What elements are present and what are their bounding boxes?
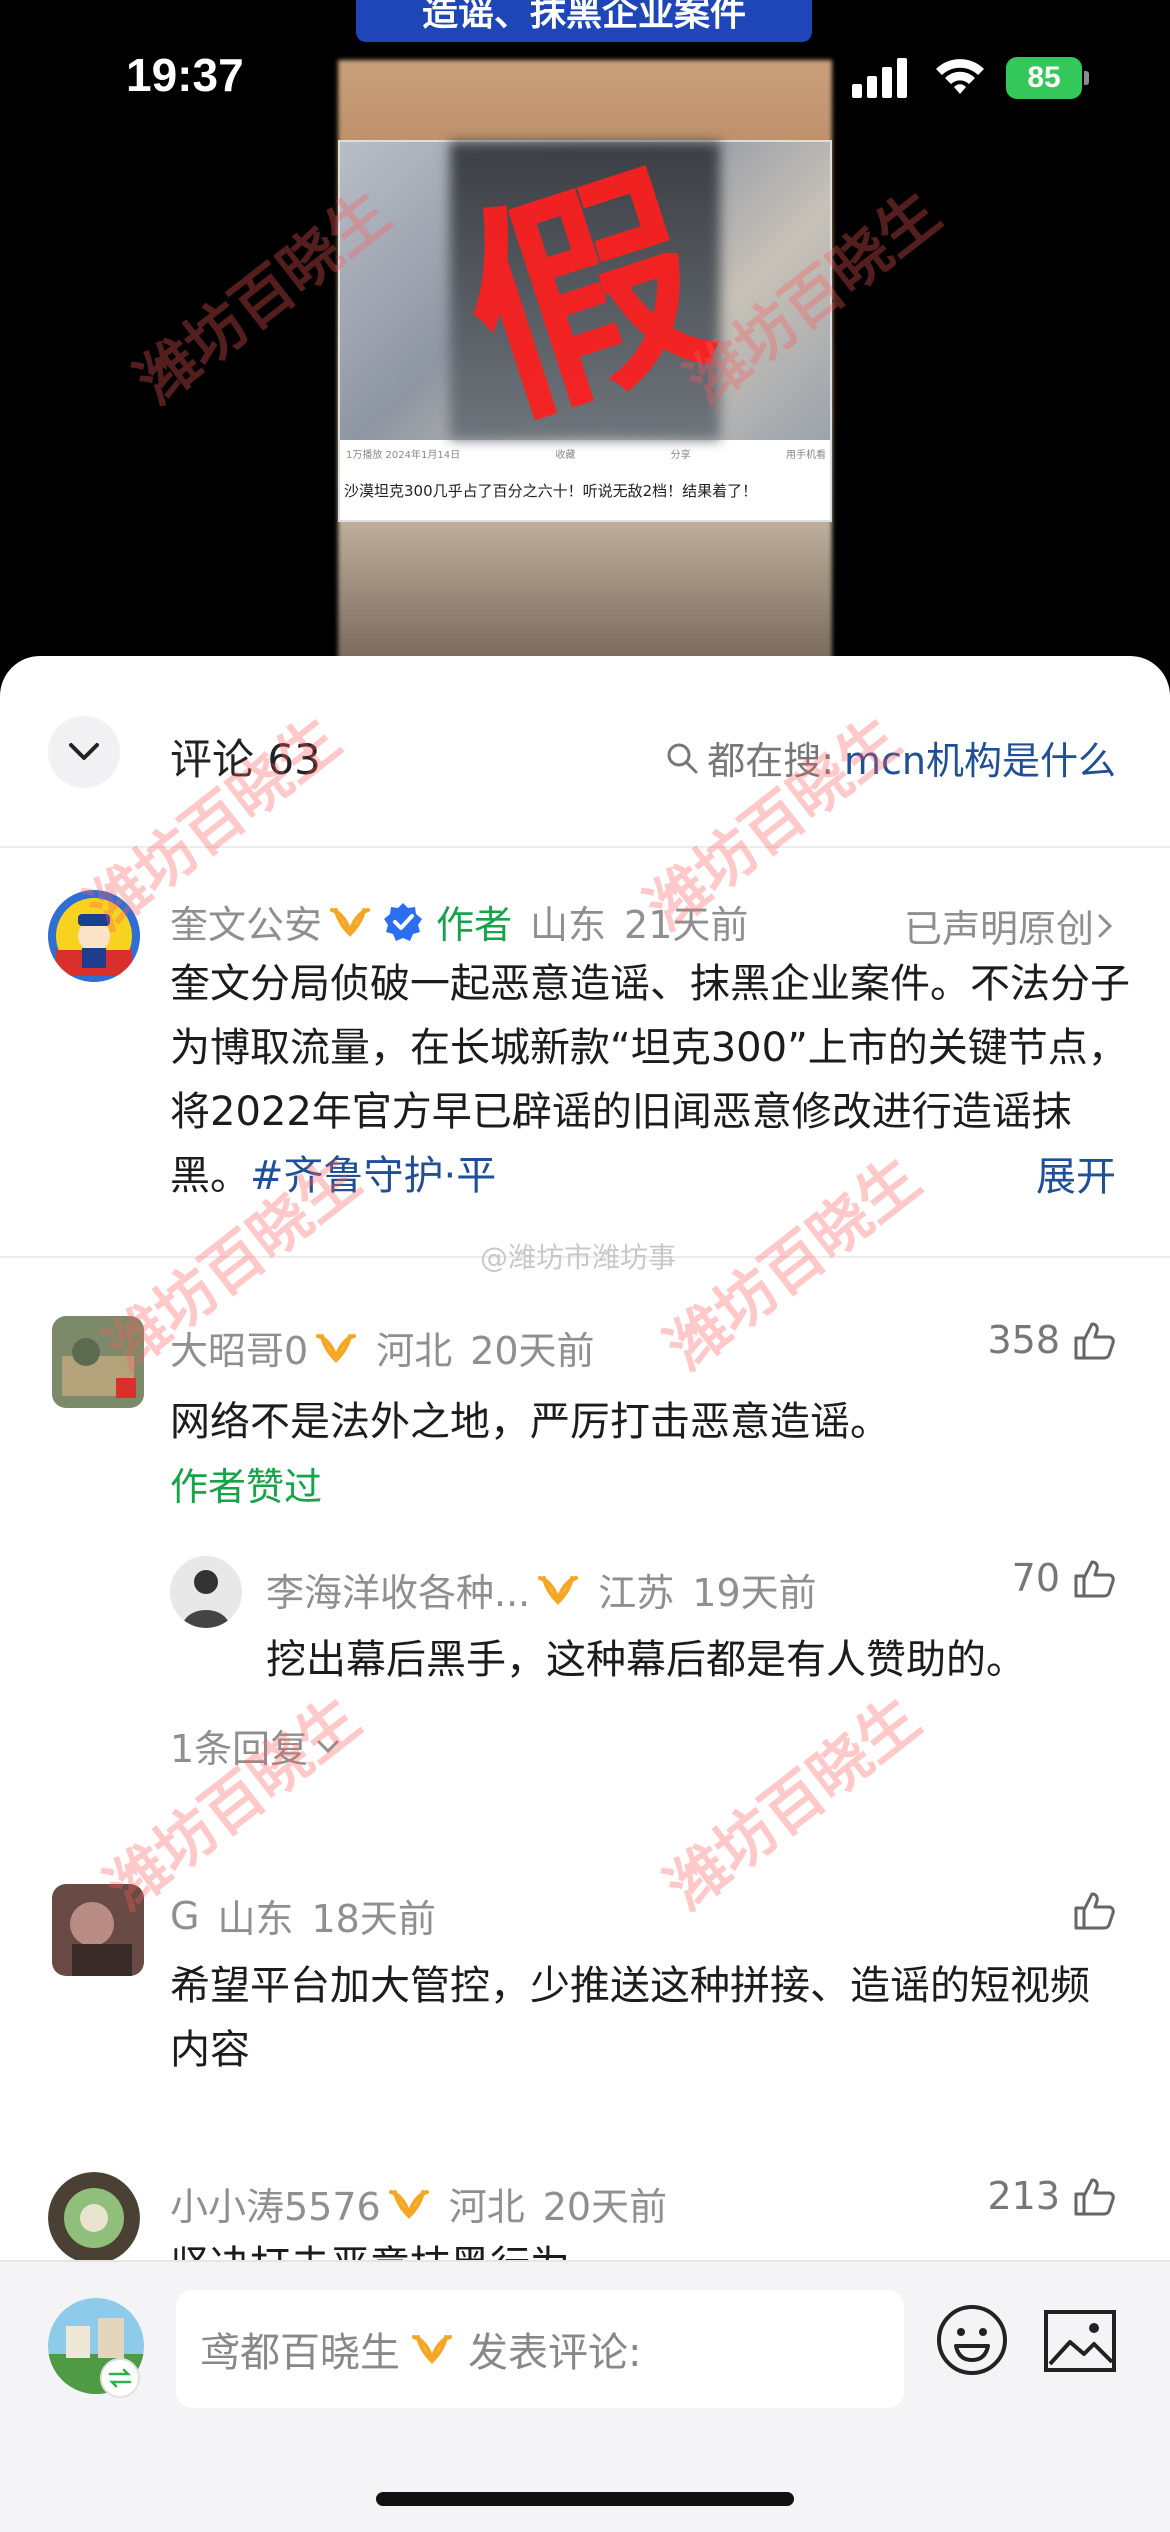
author-badge: 作者 bbox=[436, 903, 513, 947]
comment-input[interactable]: 鸢都百晓生 发表评论: bbox=[176, 2290, 904, 2408]
comment-location: 山东 bbox=[530, 903, 607, 947]
like-button[interactable]: 213 bbox=[987, 2174, 1116, 2218]
thumbs-up-icon bbox=[1074, 1322, 1115, 1360]
comment-header: 评论 63 都在搜: mcn机构是什么 bbox=[0, 656, 1170, 848]
like-count: 70 bbox=[1011, 1556, 1060, 1600]
username[interactable]: 大昭哥0 bbox=[170, 1320, 308, 1375]
hashtag-link[interactable]: #齐鲁守护·平 bbox=[250, 1153, 496, 1199]
comment-location: 河北 bbox=[376, 1329, 453, 1373]
comment-count-title: 评论 63 bbox=[170, 735, 321, 784]
comment-location: 江苏 bbox=[598, 1571, 675, 1615]
like-count: 358 bbox=[987, 1318, 1060, 1362]
comment-text: 网络不是法外之地，严厉打击恶意造谣。 bbox=[170, 1399, 890, 1445]
username[interactable]: 李海洋收各种... bbox=[266, 1562, 530, 1617]
comment-time: 19天前 bbox=[692, 1571, 817, 1615]
comment-meta: 小小涛5576 河北 20天前 bbox=[170, 2176, 667, 2231]
reply-text: 挖出幕后黑手，这种幕后都是有人赞助的。 bbox=[266, 1637, 1026, 1683]
comment-item: G 山东 18天前 希望平台加大管控，少推送这种拼接、造谣的短视频内容 bbox=[0, 1872, 1170, 2132]
avatar[interactable] bbox=[52, 1316, 144, 1408]
comment-sheet: 评论 63 都在搜: mcn机构是什么 奎文公安 作者 山东 21天前 已声明原… bbox=[0, 656, 1170, 2532]
image-icon[interactable] bbox=[1042, 2306, 1118, 2376]
declared-original-link[interactable]: 已声明原创 bbox=[904, 898, 1116, 953]
switch-account-icon[interactable] bbox=[100, 2358, 140, 2398]
username[interactable]: 奎文公安 bbox=[170, 894, 322, 949]
thumbs-up-icon bbox=[1074, 1560, 1115, 1598]
like-button[interactable]: 70 bbox=[1012, 1556, 1116, 1600]
comment-meta: 大昭哥0 河北 20天前 bbox=[170, 1320, 595, 1375]
avatar[interactable] bbox=[48, 890, 140, 982]
video-thumbnail: 假 bbox=[340, 133, 830, 461]
author-comment: 奎文公安 作者 山东 21天前 已声明原创 奎文分局侦破一起恶意造谣、抹黑企业案… bbox=[0, 848, 1170, 1258]
home-indicator bbox=[376, 2492, 794, 2506]
video-play-info: 1万播放 2024年1月14日 bbox=[346, 450, 461, 461]
expand-button[interactable]: 展开 bbox=[1036, 1144, 1116, 1202]
video-frame: 假 1万播放 2024年1月14日 收藏 分享 用手机看 沙漠坦克300几乎占了… bbox=[338, 133, 832, 522]
thumbs-up-icon bbox=[1074, 2178, 1115, 2216]
video-action-phone: 用手机看 bbox=[785, 450, 826, 461]
comment-meta: G 山东 18天前 bbox=[170, 1888, 436, 1943]
search-icon bbox=[667, 743, 698, 773]
my-username: 鸢都百晓生 bbox=[200, 2330, 400, 2376]
avatar[interactable] bbox=[48, 2172, 140, 2264]
like-count: 213 bbox=[987, 2174, 1060, 2218]
search-prefix: 都在搜: bbox=[707, 739, 834, 783]
replies-link[interactable]: 1条回复 bbox=[170, 1718, 342, 1773]
input-placeholder: 发表评论: bbox=[468, 2330, 642, 2376]
vip-icon bbox=[388, 2189, 429, 2219]
emoji-icon[interactable] bbox=[934, 2302, 1010, 2378]
video-action-collect: 收藏 bbox=[555, 450, 576, 461]
vip-icon bbox=[330, 907, 371, 937]
replies-count-label: 1条回复 bbox=[170, 1727, 309, 1771]
vip-icon bbox=[412, 2335, 452, 2364]
username[interactable]: G bbox=[170, 1894, 199, 1938]
comment-time: 20天前 bbox=[470, 1329, 595, 1373]
vip-icon bbox=[316, 1333, 357, 1363]
comment-location: 河北 bbox=[448, 2185, 525, 2229]
battery-icon: 85 bbox=[1006, 57, 1090, 99]
username[interactable]: 小小涛5576 bbox=[170, 2176, 381, 2231]
vip-icon bbox=[538, 1575, 579, 1605]
comment-time: 21天前 bbox=[624, 903, 749, 947]
comment-item: 大昭哥0 河北 20天前 358 网络不是法外之地，严厉打击恶意造谣。 作者赞过 bbox=[0, 1260, 1170, 1780]
avatar[interactable] bbox=[170, 1556, 242, 1628]
video-meta-row: 1万播放 2024年1月14日 收藏 分享 用手机看 bbox=[346, 446, 826, 470]
comment-time: 20天前 bbox=[542, 2185, 668, 2229]
trending-search-link[interactable]: 都在搜: mcn机构是什么 bbox=[665, 730, 1116, 785]
comment-location: 山东 bbox=[217, 1897, 294, 1941]
wifi-icon bbox=[936, 59, 984, 94]
chevron-right-icon bbox=[1098, 914, 1113, 937]
comment-meta: 奎文公安 作者 山东 21天前 bbox=[170, 894, 748, 949]
author-liked-badge: 作者赞过 bbox=[170, 1465, 323, 1509]
author-comment-text: 奎文分局侦破一起恶意造谣、抹黑企业案件。不法分子为博取流量，在长城新款“坦克30… bbox=[170, 952, 1130, 1208]
thumbs-up-icon bbox=[1074, 1892, 1115, 1930]
chevron-down-icon bbox=[317, 1740, 339, 1753]
status-time: 19:37 bbox=[126, 49, 244, 101]
signal-icon bbox=[852, 58, 907, 98]
comment-input-bar: 鸢都百晓生 发表评论: bbox=[0, 2260, 1170, 2532]
declared-original-label: 已声明原创 bbox=[903, 907, 1094, 951]
chevron-down-icon bbox=[69, 743, 99, 760]
reply-meta: 李海洋收各种... 江苏 19天前 bbox=[266, 1562, 817, 1617]
collapse-button[interactable] bbox=[48, 716, 120, 788]
video-action-share: 分享 bbox=[670, 450, 691, 461]
search-term[interactable]: mcn机构是什么 bbox=[844, 730, 1116, 785]
like-button[interactable]: 358 bbox=[987, 1318, 1116, 1362]
battery-level: 85 bbox=[1006, 57, 1082, 99]
comment-time: 18天前 bbox=[311, 1897, 436, 1941]
video-caption: 沙漠坦克300几乎占了百分之六十！听说无敌2档！结果着了！ bbox=[344, 482, 758, 500]
video-banner: 造谣、抹黑企业案件 bbox=[356, 0, 812, 42]
verified-icon bbox=[384, 902, 423, 941]
comment-text: 希望平台加大管控，少推送这种拼接、造谣的短视频内容 bbox=[170, 1963, 1090, 2073]
like-button[interactable] bbox=[1060, 1888, 1116, 1932]
avatar[interactable] bbox=[52, 1884, 144, 1976]
status-bar: 19:37 85 bbox=[0, 40, 1170, 110]
